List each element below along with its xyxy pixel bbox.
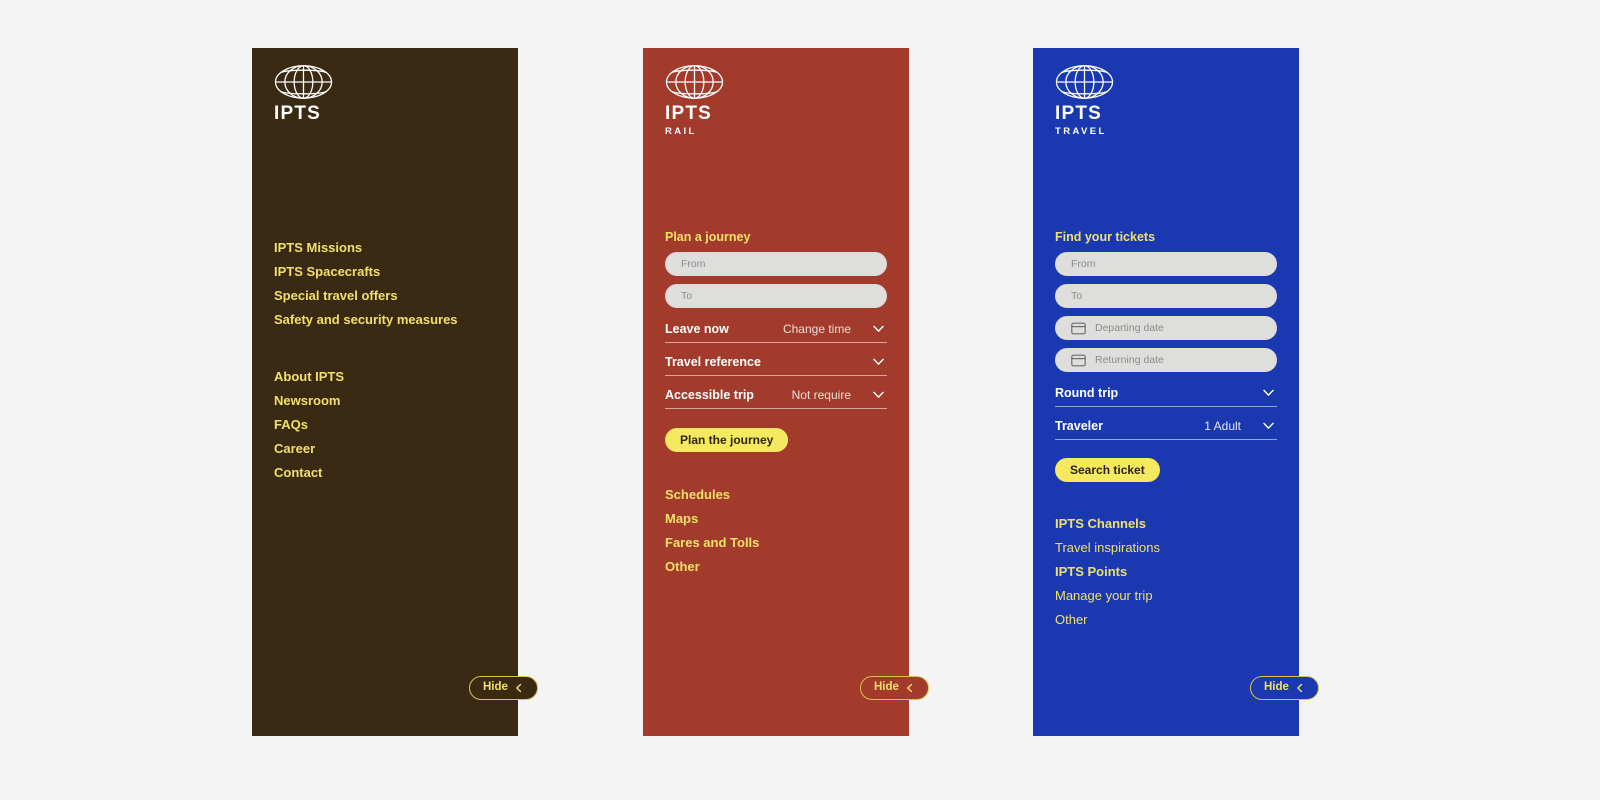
accessible-trip-value: Not require (791, 388, 851, 402)
panel-ipts-main: IPTS IPTS Missions IPTS Spacecrafts Spec… (252, 48, 538, 736)
logo-subbrand: RAIL (665, 126, 697, 137)
plan-the-journey-button[interactable]: Plan the journey (665, 428, 789, 452)
chevron-down-icon (873, 358, 884, 365)
link-travel-inspirations[interactable]: Travel inspirations (1055, 541, 1277, 554)
link-ipts-spacecrafts[interactable]: IPTS Spacecrafts (274, 265, 496, 278)
link-other[interactable]: Other (1055, 613, 1277, 626)
hide-button-label: Hide (1264, 681, 1289, 694)
logo-wordmark: IPTS (665, 103, 713, 124)
hide-panel-button[interactable]: Hide (860, 676, 929, 700)
to-input-placeholder: To (1071, 289, 1083, 302)
panel-ipts-rail: IPTS RAIL Plan a journey From To Leave n… (643, 48, 929, 736)
brand-logo[interactable]: IPTS RAIL (665, 64, 729, 137)
hide-button-label: Hide (483, 681, 508, 694)
link-maps[interactable]: Maps (665, 512, 887, 525)
chevron-left-icon (907, 683, 913, 693)
hide-button-label: Hide (874, 681, 899, 694)
brand-logo[interactable]: IPTS (274, 64, 338, 123)
departing-date-placeholder: Departing date (1095, 321, 1164, 334)
calendar-icon (1071, 354, 1086, 366)
logo-wordmark: IPTS (274, 103, 322, 124)
link-contact[interactable]: Contact (274, 466, 496, 479)
panel-content: IPTS RAIL Plan a journey From To Leave n… (643, 48, 929, 736)
chevron-down-icon (873, 391, 884, 398)
traveler-label: Traveler (1055, 418, 1103, 433)
link-safety-and-security-measures[interactable]: Safety and security measures (274, 313, 496, 326)
accessible-trip-select[interactable]: Accessible trip Not require (665, 382, 887, 409)
brand-logo[interactable]: IPTS TRAVEL (1055, 64, 1119, 137)
link-other[interactable]: Other (665, 560, 887, 573)
link-ipts-channels[interactable]: IPTS Channels (1055, 517, 1277, 530)
rail-link-list: Schedules Maps Fares and Tolls Other (665, 488, 887, 573)
from-input[interactable]: From (665, 252, 887, 276)
to-input-placeholder: To (681, 289, 693, 302)
returning-date-input[interactable]: Returning date (1055, 348, 1277, 372)
chevron-down-icon (1263, 422, 1274, 429)
travel-link-list: IPTS Channels Travel inspirations IPTS P… (1055, 517, 1277, 626)
accessible-trip-label: Accessible trip (665, 387, 754, 402)
link-manage-your-trip[interactable]: Manage your trip (1055, 589, 1277, 602)
chevron-left-icon (516, 683, 522, 693)
link-special-travel-offers[interactable]: Special travel offers (274, 289, 496, 302)
logo-subbrand: TRAVEL (1055, 126, 1107, 137)
traveler-select[interactable]: Traveler 1 Adult (1055, 413, 1277, 440)
link-ipts-missions[interactable]: IPTS Missions (274, 241, 496, 254)
globe-icon (665, 65, 724, 99)
screen-canvas: IPTS IPTS Missions IPTS Spacecrafts Spec… (0, 0, 1600, 800)
link-about-ipts[interactable]: About IPTS (274, 370, 496, 383)
link-career[interactable]: Career (274, 442, 496, 455)
search-ticket-button[interactable]: Search ticket (1055, 458, 1160, 482)
travel-reference-select[interactable]: Travel reference (665, 349, 887, 376)
traveler-value: 1 Adult (1204, 419, 1241, 433)
chevron-down-icon (873, 325, 884, 332)
globe-icon (1055, 65, 1114, 99)
link-faqs[interactable]: FAQs (274, 418, 496, 431)
leave-time-label: Leave now (665, 321, 729, 336)
chevron-left-icon (1297, 683, 1303, 693)
panel-ipts-travel: IPTS TRAVEL Find your tickets From To De… (1033, 48, 1319, 736)
primary-link-list: IPTS Missions IPTS Spacecrafts Special t… (274, 241, 496, 326)
returning-date-placeholder: Returning date (1095, 353, 1164, 366)
from-input-placeholder: From (1071, 257, 1096, 270)
hide-panel-button[interactable]: Hide (469, 676, 538, 700)
link-ipts-points[interactable]: IPTS Points (1055, 565, 1277, 578)
globe-icon (274, 65, 333, 99)
trip-type-select[interactable]: Round trip (1055, 380, 1277, 407)
secondary-link-list: About IPTS Newsroom FAQs Career Contact (274, 370, 496, 479)
travel-reference-label: Travel reference (665, 354, 761, 369)
from-input[interactable]: From (1055, 252, 1277, 276)
calendar-icon (1071, 322, 1086, 334)
panel-content: IPTS TRAVEL Find your tickets From To De… (1033, 48, 1319, 736)
leave-time-value: Change time (782, 322, 851, 336)
form-title: Plan a journey (665, 230, 751, 244)
ticket-search-form: From To Departing date Returning date Ro… (1055, 252, 1277, 482)
form-title: Find your tickets (1055, 230, 1156, 244)
from-input-placeholder: From (681, 257, 706, 270)
leave-time-select[interactable]: Leave now Change time (665, 316, 887, 343)
link-fares-and-tolls[interactable]: Fares and Tolls (665, 536, 887, 549)
journey-form: From To Leave now Change time Travel ref… (665, 252, 887, 452)
trip-type-label: Round trip (1055, 385, 1119, 400)
link-newsroom[interactable]: Newsroom (274, 394, 496, 407)
hide-panel-button[interactable]: Hide (1250, 676, 1319, 700)
panel-content: IPTS IPTS Missions IPTS Spacecrafts Spec… (252, 48, 538, 736)
to-input[interactable]: To (665, 284, 887, 308)
logo-wordmark: IPTS (1055, 103, 1103, 124)
link-schedules[interactable]: Schedules (665, 488, 887, 501)
to-input[interactable]: To (1055, 284, 1277, 308)
departing-date-input[interactable]: Departing date (1055, 316, 1277, 340)
chevron-down-icon (1263, 389, 1274, 396)
